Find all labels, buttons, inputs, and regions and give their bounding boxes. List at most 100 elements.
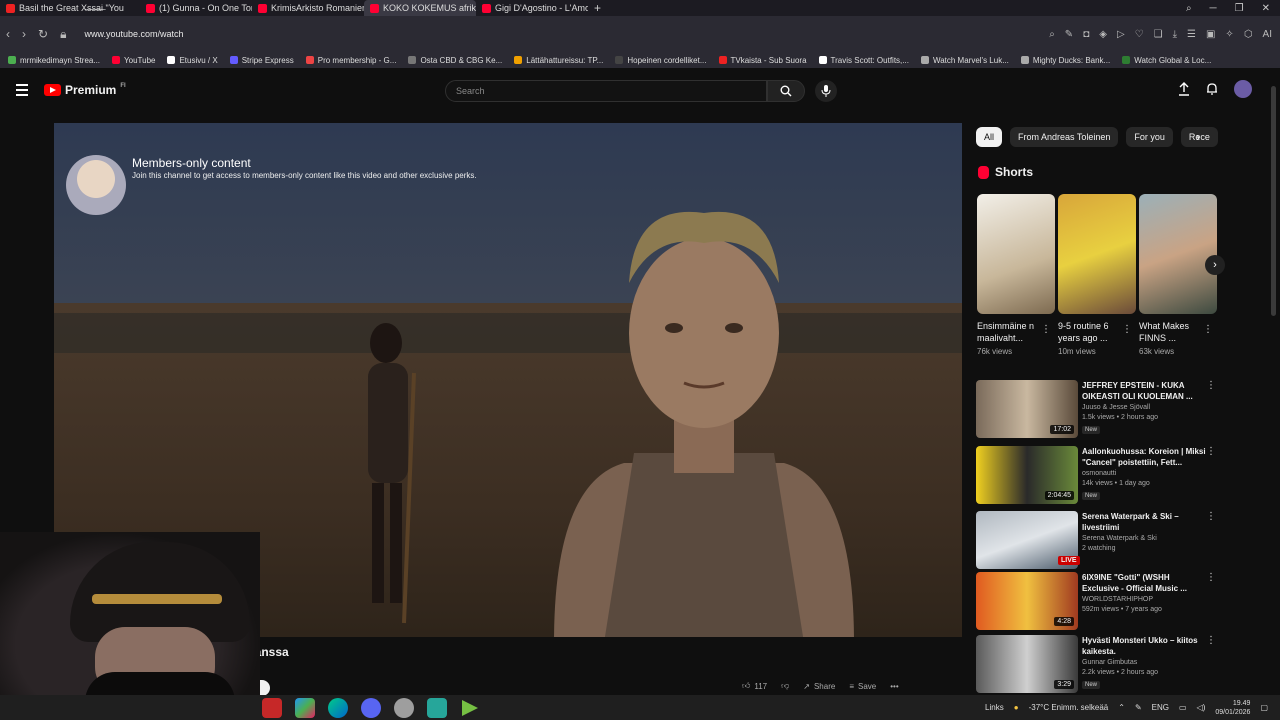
bookmark-item[interactable]: Travis Scott: Outfits,... — [818, 56, 909, 65]
dislike-button[interactable]: 👎︎ — [781, 681, 789, 691]
recommendation-more-icon[interactable]: ⋮ — [1206, 446, 1216, 457]
bookmark-item[interactable]: Pro membership - G... — [305, 56, 396, 65]
back-icon[interactable]: ‹ — [6, 27, 10, 41]
bookmark-item[interactable]: Watch Global & Loc... — [1122, 56, 1211, 65]
account-avatar[interactable] — [1234, 80, 1252, 98]
share-button[interactable]: ↗ Share — [803, 682, 835, 691]
extension-icon[interactable]: ✧ — [1225, 29, 1233, 40]
recommendation-channel[interactable]: Juuso & Jesse Sjövall — [1082, 404, 1150, 411]
menu-icon[interactable]: ☰ — [1187, 29, 1196, 40]
kick-icon[interactable] — [462, 700, 478, 716]
voice-search-button[interactable] — [815, 80, 837, 102]
maximize-icon[interactable]: ❐ — [1235, 3, 1244, 14]
browser-tab[interactable]: Gigi D'Agostino - L'Amou — [476, 0, 588, 16]
bookmark-icon[interactable]: ❏ — [1154, 29, 1163, 40]
recommendation-item[interactable]: LIVE Serena Waterpark & Ski – livestriimi… — [976, 511, 1218, 569]
recommendation-title[interactable]: 6IX9INE "Gotti" (WSHH Exclusive - Offici… — [1082, 572, 1206, 594]
shorts-next-icon[interactable]: › — [1205, 255, 1225, 275]
recommendation-more-icon[interactable]: ⋮ — [1206, 380, 1216, 391]
browser-tab[interactable]: Basil the Great X̶s̶s̶a̶i̶ "You — [0, 0, 140, 16]
short-more-icon[interactable]: ⋮ — [1203, 324, 1213, 335]
filter-chip[interactable]: All — [976, 127, 1003, 147]
play-icon[interactable]: ▷ — [1117, 29, 1125, 40]
short-more-icon[interactable]: ⋮ — [1041, 324, 1051, 335]
recommendation-title[interactable]: JEFFREY EPSTEIN - KUKA OIKEASTI OLI KUOL… — [1082, 380, 1206, 402]
app-icon[interactable] — [427, 698, 447, 718]
bookmark-item[interactable]: Lättähattureissu: TP... — [514, 56, 603, 65]
short-thumbnail[interactable] — [977, 194, 1055, 314]
search-tabs-icon[interactable]: ⌕ — [1186, 3, 1192, 14]
links-label[interactable]: Links — [985, 703, 1004, 712]
bookmark-item[interactable]: TVkaista - Sub Suora — [718, 56, 807, 65]
filter-chip[interactable]: For you — [1126, 127, 1173, 147]
bookmark-item[interactable]: Watch Marvel's Luk... — [920, 56, 1009, 65]
browser-tab[interactable]: (1) Gunna - On One Tonig — [140, 0, 252, 16]
heart-icon[interactable]: ♡ — [1135, 29, 1144, 40]
hamburger-menu-icon[interactable] — [16, 84, 28, 96]
filter-chip[interactable]: From Andreas Toleinen — [1010, 127, 1119, 147]
browser-tab[interactable]: KrimisArkisto Romanien K — [252, 0, 364, 16]
network-icon[interactable]: ▭ — [1179, 703, 1187, 712]
bookmark-item[interactable]: Stripe Express — [229, 56, 294, 65]
recommendation-more-icon[interactable]: ⋮ — [1206, 635, 1216, 646]
short-item[interactable]: Ensimmäine n maalivaht... 76k views ⋮ — [977, 194, 1055, 356]
short-item[interactable]: 9-5 routine 6 years ago ... 10m views ⋮ — [1058, 194, 1136, 356]
short-thumbnail[interactable] — [1058, 194, 1136, 314]
new-tab-button[interactable]: + — [588, 1, 607, 15]
chevron-up-icon[interactable]: ⌃ — [1118, 703, 1125, 712]
recommendation-title[interactable]: Serena Waterpark & Ski – livestriimi — [1082, 511, 1206, 533]
bookmark-item[interactable]: mrmikedimayn Strea... — [8, 56, 100, 65]
volume-icon[interactable]: ◁) — [1197, 703, 1206, 712]
short-title[interactable]: Ensimmäine n maalivaht... — [977, 320, 1043, 344]
pen-icon[interactable]: ✎ — [1135, 703, 1142, 712]
bookmark-item[interactable]: Mighty Ducks: Bank... — [1020, 56, 1110, 65]
download-icon[interactable]: ⤓ — [1173, 29, 1177, 40]
steam-icon[interactable] — [394, 698, 414, 718]
camera-icon[interactable]: ◘ — [1083, 29, 1089, 40]
recommendation-item[interactable]: 17:02 JEFFREY EPSTEIN - KUKA OIKEASTI OLI… — [976, 380, 1218, 438]
bookmark-item[interactable]: Osta CBD & CBG Ke... — [408, 56, 502, 65]
bookmark-item[interactable]: YouTube — [112, 56, 155, 65]
short-item[interactable]: What Makes FINNS ... 63k views ⋮ — [1139, 194, 1217, 356]
upload-icon[interactable] — [1178, 82, 1190, 96]
search-input[interactable]: Search — [445, 80, 767, 102]
ai-icon[interactable]: AI — [1263, 29, 1272, 40]
browser-tab[interactable]: KOKO KOKEMUS afrikkal — [364, 0, 476, 16]
edit-icon[interactable]: ✎ — [1065, 29, 1073, 40]
photos-icon[interactable] — [295, 698, 315, 718]
language-indicator[interactable]: ENG — [1152, 703, 1169, 712]
save-button[interactable]: ≡ Save — [849, 682, 876, 691]
recommendation-channel[interactable]: Gunnar Gimbutas — [1082, 659, 1137, 666]
short-title[interactable]: What Makes FINNS ... — [1139, 320, 1205, 344]
discord-icon[interactable] — [361, 698, 381, 718]
wallet-icon[interactable]: ▣ — [1206, 29, 1215, 40]
edge-icon[interactable] — [328, 698, 348, 718]
bookmark-item[interactable]: Hopeinen cordelliket... — [615, 56, 707, 65]
url-field[interactable]: www.youtube.com/watch — [84, 29, 183, 39]
recommendation-title[interactable]: Aallonkuohussa: Koreion | Miksi "Cancel"… — [1082, 446, 1206, 468]
recommendation-channel[interactable]: WORLDSTARHIPHOP — [1082, 596, 1153, 603]
opera-icon[interactable] — [262, 698, 282, 718]
shield-icon[interactable]: ◈ — [1099, 29, 1107, 40]
channel-avatar[interactable] — [66, 155, 126, 215]
recommendation-title[interactable]: Hyvästi Monsteri Ukko – kiitos kaikesta. — [1082, 635, 1206, 657]
forward-icon[interactable]: › — [22, 27, 26, 41]
recommendation-channel[interactable]: Serena Waterpark & Ski — [1082, 535, 1157, 542]
recommendation-more-icon[interactable]: ⋮ — [1206, 511, 1216, 522]
recommendation-item[interactable]: 2:04:45 Aallonkuohussa: Koreion | Miksi "… — [976, 446, 1218, 504]
search-button[interactable] — [767, 80, 805, 102]
close-window-icon[interactable]: ✕ — [1262, 3, 1270, 14]
reload-icon[interactable]: ↻ — [38, 27, 48, 41]
youtube-premium-logo[interactable]: Premium FI — [44, 83, 126, 97]
more-actions-button[interactable]: ••• — [890, 682, 898, 691]
clock[interactable]: 19.49 09/01/2026 — [1215, 699, 1250, 717]
weather-text[interactable]: -37°C Enimm. selkeää — [1029, 703, 1109, 712]
recommendation-item[interactable]: 3:29 Hyvästi Monsteri Ukko – kiitos kaike… — [976, 635, 1218, 693]
zoom-icon[interactable]: ⌕ — [1049, 29, 1055, 40]
notifications-bell-icon[interactable] — [1206, 82, 1218, 96]
like-button[interactable]: 👍︎ 117 — [742, 681, 767, 691]
notifications-icon[interactable]: ▢ — [1260, 703, 1268, 712]
recommendation-channel[interactable]: osmonautti — [1082, 470, 1116, 477]
short-thumbnail[interactable] — [1139, 194, 1217, 314]
short-title[interactable]: 9-5 routine 6 years ago ... — [1058, 320, 1124, 344]
